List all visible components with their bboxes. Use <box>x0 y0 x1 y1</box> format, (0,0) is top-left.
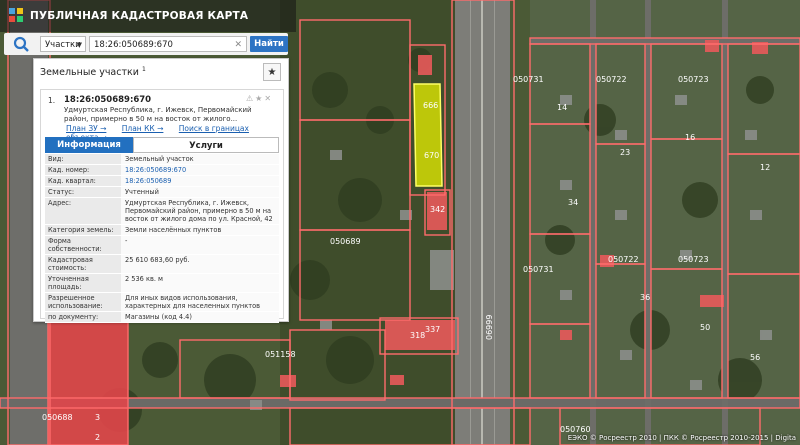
search-input-value: 18:26:050689:670 <box>94 40 173 50</box>
search-type-select[interactable]: Участки ▼ <box>40 36 86 52</box>
result-id: 18:26:050689:670 <box>64 95 152 105</box>
info-value: Удмуртская Республика, г. Ижевск, Первом… <box>121 198 279 224</box>
result-number: 1. <box>48 96 56 105</box>
app-title: ПУБЛИЧНАЯ КАДАСТРОВАЯ КАРТА <box>30 10 249 22</box>
tab-info[interactable]: Информация <box>45 137 133 153</box>
info-key: Разрешенное использование: <box>45 293 121 311</box>
parcel-label: 50 <box>700 323 710 332</box>
star-icon: ★ <box>267 67 277 78</box>
result-card[interactable]: 1. 18:26:050689:670 ⚠★✕ Удмуртская Респу… <box>40 89 284 323</box>
info-value: Земельный участок <box>121 154 279 164</box>
attribution: ЕЭКО © Росреестр 2010 | ПКК © Росреестр … <box>567 434 796 442</box>
info-row: Кад. номер: 18:26:050689:670 <box>45 165 279 176</box>
info-row: Категория земель: Земли населённых пункто… <box>45 225 279 236</box>
panel-title-count: 1 <box>141 66 146 73</box>
result-address: Удмуртская Республика, г. Ижевск, Первом… <box>64 106 252 123</box>
info-row: Форма собственности: - <box>45 236 279 255</box>
quarter-label: 050688 <box>42 413 73 422</box>
parcel-label: 14 <box>557 103 567 112</box>
quarter-label: 050723 <box>678 255 709 264</box>
info-value: Учтенный <box>121 187 279 197</box>
quarter-label: 050689 <box>330 237 361 246</box>
parcel-label: 16 <box>685 133 695 142</box>
selected-parcel[interactable] <box>413 83 443 187</box>
info-key: по документу: <box>45 312 121 322</box>
street-label: 06999 <box>485 315 494 340</box>
info-row: Разрешенное использование: Для иных видов… <box>45 293 279 312</box>
quarter-label: 050723 <box>678 75 709 84</box>
info-table: Вид: Земельный участок Кад. номер: 18:26:05… <box>45 154 279 323</box>
chevron-down-icon: ▼ <box>76 41 82 49</box>
parcel-label: 23 <box>620 148 630 157</box>
favorite-button[interactable]: ★ <box>263 63 281 81</box>
parcel-label: 36 <box>640 293 650 302</box>
panel-title: Земельные участки 1 <box>40 66 146 78</box>
plan-zu-link[interactable]: План ЗУ → <box>66 124 106 133</box>
quarter-label: 050722 <box>608 255 639 264</box>
parcel-label: 3 <box>95 413 100 422</box>
search-input[interactable]: 18:26:050689:670 ✕ <box>89 36 247 52</box>
plan-kk-link[interactable]: План КК → <box>122 124 164 133</box>
info-key: Кад. номер: <box>45 165 121 175</box>
info-key: Категория земель: <box>45 225 121 235</box>
parcel-label: 318 <box>410 331 425 340</box>
info-row: по документу: Магазины (код 4.4) <box>45 312 279 323</box>
search-icon[interactable] <box>8 34 34 54</box>
info-tabs: Информация Услуги <box>45 137 279 153</box>
parcel-label: 666 <box>423 101 438 110</box>
info-row: Уточненная площадь: 2 536 кв. м <box>45 274 279 293</box>
tab-services[interactable]: Услуги <box>133 137 279 153</box>
info-key: Кад. квартал: <box>45 176 121 186</box>
info-value[interactable]: 18:26:050689 <box>121 176 279 186</box>
app-header: ПУБЛИЧНАЯ КАДАСТРОВАЯ КАРТА <box>0 0 296 32</box>
parcel-label: 12 <box>760 163 770 172</box>
search-type-value: Участки <box>45 40 81 50</box>
info-key: Уточненная площадь: <box>45 274 121 292</box>
logo-icon <box>9 8 23 22</box>
info-key: Адрес: <box>45 198 121 224</box>
search-bar: Участки ▼ 18:26:050689:670 ✕ Найти <box>4 33 288 55</box>
info-row: Кадастровая стоимость: 25 610 683,60 руб. <box>45 255 279 274</box>
info-value: 25 610 683,60 руб. <box>121 255 279 273</box>
panel-title-text: Земельные участки <box>40 67 139 79</box>
parcel-label: 2 <box>95 433 100 442</box>
info-row: Кад. квартал: 18:26:050689 <box>45 176 279 187</box>
parcel-label: 342 <box>430 205 445 214</box>
parcel-label: 670 <box>424 151 439 160</box>
info-value: - <box>121 236 279 254</box>
results-panel: Земельные участки 1 ★ 1. 18:26:050689:67… <box>33 58 289 323</box>
info-key: Кадастровая стоимость: <box>45 255 121 273</box>
info-value: 2 536 кв. м <box>121 274 279 292</box>
info-key: Форма собственности: <box>45 236 121 254</box>
info-row: Адрес: Удмуртская Республика, г. Ижевск, … <box>45 198 279 225</box>
info-value[interactable]: 18:26:050689:670 <box>121 165 279 175</box>
info-row: Статус: Учтенный <box>45 187 279 198</box>
parcel-label: 337 <box>425 325 440 334</box>
close-icon[interactable]: ✕ <box>234 37 242 53</box>
info-key: Вид: <box>45 154 121 164</box>
info-value: Магазины (код 4.4) <box>121 312 279 322</box>
quarter-label: 050731 <box>513 75 544 84</box>
info-value: Для иных видов использования, характерны… <box>121 293 279 311</box>
parcel-label: 34 <box>568 198 578 207</box>
info-row: Вид: Земельный участок <box>45 154 279 165</box>
quarter-label: 051158 <box>265 350 296 359</box>
quarter-label: 050731 <box>523 265 554 274</box>
find-button[interactable]: Найти <box>250 36 288 52</box>
quarter-label: 050760 <box>560 425 591 434</box>
parcel-label: 56 <box>750 353 760 362</box>
info-key: Статус: <box>45 187 121 197</box>
card-actions[interactable]: ⚠★✕ <box>246 94 273 103</box>
quarter-label: 050722 <box>596 75 627 84</box>
info-value: Земли населённых пунктов <box>121 225 279 235</box>
